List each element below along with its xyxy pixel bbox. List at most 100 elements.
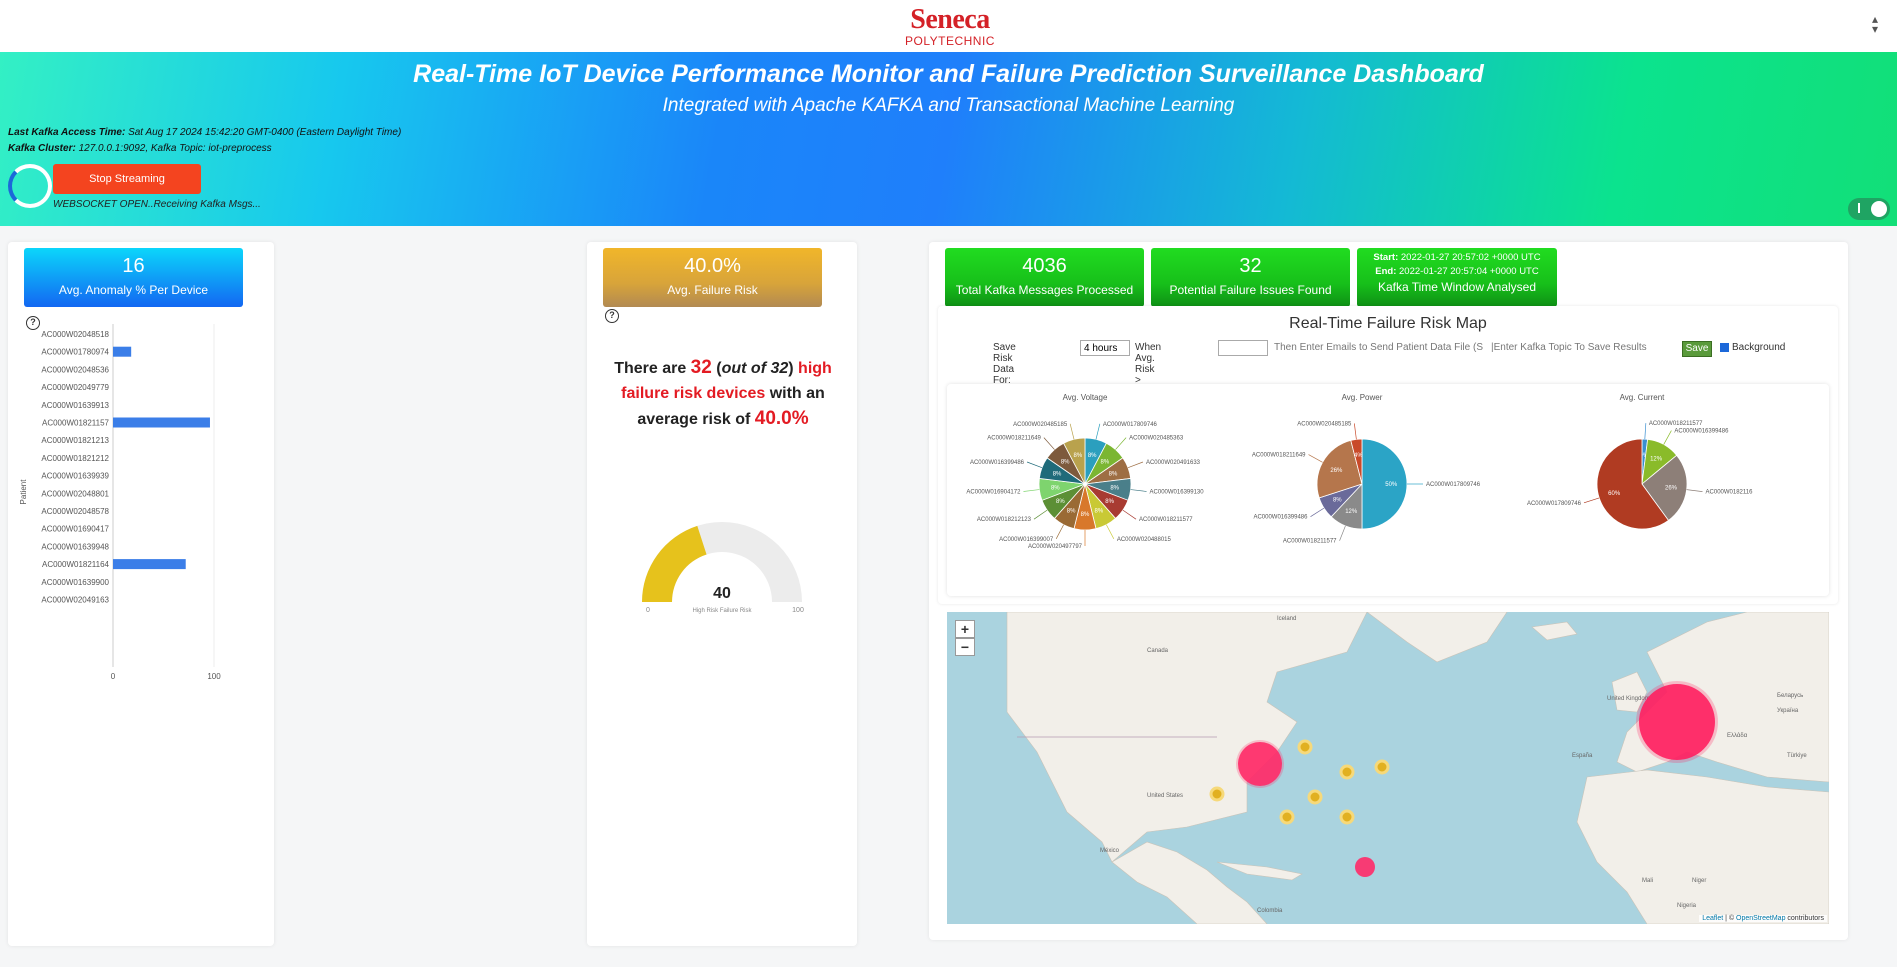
issues-label: Potential Failure Issues Found — [1169, 283, 1332, 297]
save-button[interactable]: Save — [1682, 341, 1712, 357]
brand-name: Seneca — [910, 4, 990, 35]
risk-marker-small[interactable] — [1297, 739, 1313, 755]
risk-summary: There are 32 (out of 32) high failure ri… — [590, 355, 856, 432]
scroll-arrows-icon[interactable]: ▴ ▾ — [1872, 13, 1878, 35]
pie-charts: Avg. Voltage 8% AC000W017809746 8% AC000W020… — [966, 393, 1754, 550]
world-map[interactable]: Iceland Canada United States México Colo… — [947, 612, 1829, 924]
pie-value-label: 26% — [1330, 468, 1343, 474]
pie-leader-line — [1308, 454, 1323, 463]
background-checkbox[interactable]: Background — [1720, 342, 1785, 353]
access-value: Sat Aug 17 2024 15:42:20 GMT-0400 (Easte… — [128, 127, 402, 138]
pie-leader-line — [1130, 489, 1147, 492]
pie-leader-line — [1115, 437, 1127, 450]
pie-slice-label: AC000W016399130 — [1150, 489, 1205, 495]
save-for-input[interactable] — [1080, 340, 1130, 356]
pie-slice-label: AC000W020491633 — [1146, 460, 1201, 466]
pie-leader-line — [1122, 509, 1137, 520]
pie-slice-label: AC000W020488015 — [1117, 537, 1172, 543]
pie-value-label: 26% — [1665, 486, 1678, 492]
failure-stat-card: 40.0% Avg. Failure Risk — [603, 248, 822, 307]
bar[interactable] — [113, 346, 132, 357]
pie-leader-line — [1583, 497, 1600, 504]
brand-sub: POLYTECHNIC — [905, 34, 995, 48]
pie-value-label: 8% — [1067, 508, 1076, 514]
pie-slice-label: AC000W018211649 — [987, 436, 1041, 442]
cluster-value: 127.0.0.1:9092, Kafka Topic: iot-preproc… — [78, 143, 272, 154]
pie-leader-line — [1663, 430, 1672, 445]
pie-value-label: 8% — [1053, 471, 1062, 477]
access-label: Last Kafka Access Time: — [8, 127, 126, 138]
window-start-value: 2022-01-27 20:57:02 +0000 UTC — [1400, 252, 1541, 263]
pie-value-label: 8% — [1074, 453, 1083, 459]
osm-link[interactable]: OpenStreetMap — [1736, 915, 1785, 922]
header-banner: Real-Time IoT Device Performance Monitor… — [0, 52, 1897, 226]
zoom-out-button[interactable]: − — [955, 638, 975, 656]
risk-marker-small[interactable] — [1339, 809, 1355, 825]
pie-slice-label: AC000W020497797 — [1028, 544, 1083, 550]
attribution-end: contributors — [1785, 915, 1824, 922]
pie-slice-label: AC000W017809746 — [1426, 482, 1481, 488]
leaflet-link[interactable]: Leaflet — [1702, 915, 1723, 922]
risk-marker-caribbean[interactable] — [1355, 857, 1375, 877]
pie-slice-label: AC000W020485185 — [1013, 422, 1068, 428]
help-icon[interactable]: ? — [605, 309, 619, 323]
checkbox-icon[interactable] — [1720, 342, 1729, 352]
window-end-label: End: — [1375, 266, 1397, 277]
pie-slice-label: AC000W0182116 — [1706, 490, 1754, 496]
gauge-label: High Risk Failure Risk — [692, 608, 752, 614]
pie-value-label: 8% — [1088, 453, 1097, 459]
messages-label: Total Kafka Messages Processed — [955, 283, 1134, 297]
pie-value-label: 8% — [1056, 499, 1065, 505]
emails-input[interactable]: Then Enter Emails to Send Patient Data F… — [1274, 342, 1483, 353]
zoom-in-button[interactable]: + — [955, 620, 975, 638]
bar[interactable] — [113, 559, 186, 570]
anomaly-stat-card: 16 Avg. Anomaly % Per Device — [24, 248, 243, 307]
map-markers — [1209, 681, 1718, 877]
time-window-card: Start: 2022-01-27 20:57:02 +0000 UTC End… — [1357, 248, 1557, 307]
window-start: Start: 2022-01-27 20:57:02 +0000 UTC — [1357, 251, 1557, 265]
bar[interactable] — [113, 417, 210, 428]
page-title: Real-Time IoT Device Performance Monitor… — [413, 60, 1484, 88]
websocket-status: WEBSOCKET OPEN..Receiving Kafka Msgs... — [53, 199, 261, 210]
pie-slice-label: AC000W016904172 — [966, 489, 1021, 495]
failure-label: Avg. Failure Risk — [667, 283, 758, 297]
seneca-logo: Seneca POLYTECHNIC — [900, 4, 1000, 49]
pie-leader-line — [1354, 423, 1357, 440]
risk-marker-small[interactable] — [1279, 809, 1295, 825]
topic-input[interactable]: | Enter Kafka Topic To Save Results — [1491, 342, 1647, 353]
pie-title: Avg. Power — [1342, 393, 1383, 402]
pie-leader-line — [1310, 507, 1325, 517]
window-start-label: Start: — [1373, 252, 1399, 263]
risk-threshold-input[interactable] — [1218, 340, 1268, 356]
pie-slice-label: AC000W017809746 — [1527, 501, 1582, 507]
risk-marker-small[interactable] — [1209, 786, 1225, 802]
pie-slice-label: AC000W016399486 — [1253, 515, 1308, 521]
bar-category-label: AC000W01821157 — [42, 419, 110, 428]
pie-slice-label: AC000W016399486 — [1674, 429, 1729, 435]
pie-value-label: 50% — [1385, 482, 1398, 488]
pie-leader-line — [1043, 437, 1055, 450]
risk-marker-europe-halo — [1636, 681, 1718, 763]
bar-category-label: AC000W02048518 — [41, 330, 109, 339]
risk-gauge: 40 0 100 High Risk Failure Risk — [642, 522, 804, 614]
pie-slice-label: AC000W017809746 — [1103, 422, 1158, 428]
theme-toggle[interactable] — [1848, 198, 1890, 220]
bar-category-label: AC000W01639948 — [41, 542, 109, 551]
stop-streaming-button[interactable]: Stop Streaming — [53, 164, 201, 194]
gauge-min: 0 — [646, 607, 650, 614]
pie-value-label: 60% — [1608, 491, 1621, 497]
pie-leader-line — [1033, 509, 1048, 520]
risk-marker-small[interactable] — [1374, 759, 1390, 775]
anomaly-label: Avg. Anomaly % Per Device — [58, 283, 209, 297]
anomaly-value: 16 — [122, 255, 145, 277]
topic-input-placeholder: Enter Kafka Topic To Save Results — [1493, 342, 1647, 353]
kafka-access-time: Last Kafka Access Time: Sat Aug 17 2024 … — [8, 127, 401, 138]
risk-marker-small[interactable] — [1339, 764, 1355, 780]
risk-marker-small[interactable] — [1307, 789, 1323, 805]
pie-leader-line — [1055, 524, 1064, 540]
window-end: End: 2022-01-27 20:57:04 +0000 UTC — [1357, 265, 1557, 279]
map-attribution: Leaflet | © OpenStreetMap contributors — [1699, 915, 1827, 922]
window-end-value: 2022-01-27 20:57:04 +0000 UTC — [1399, 266, 1539, 277]
risk-text-1: There are — [614, 360, 691, 377]
pie-value-label: 8% — [1109, 471, 1118, 477]
